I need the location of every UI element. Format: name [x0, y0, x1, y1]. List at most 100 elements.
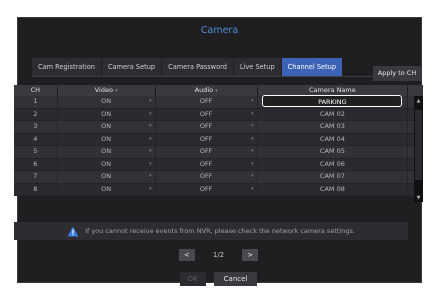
video-select[interactable]: ON ▾ [58, 133, 156, 145]
audio-select[interactable]: OFF ▾ [156, 171, 258, 183]
table-row: 6 ON ▾ OFF ▾ CAM 06 [14, 158, 423, 171]
chevron-down-icon: ▾ [251, 148, 254, 154]
video-value: ON [101, 134, 112, 143]
chevron-down-icon: ▾ [149, 148, 152, 154]
video-select[interactable]: ON ▾ [58, 121, 156, 133]
table-row: 5 ON ▾ OFF ▾ CAM 05 [14, 146, 423, 159]
chevron-down-icon: ▾ [149, 110, 152, 117]
tab-camera-password[interactable]: Camera Password [162, 58, 234, 76]
audio-select[interactable]: OFF ▾ [156, 183, 258, 195]
pagination: < 1/2 > [0, 249, 437, 261]
video-value: ON [101, 109, 112, 118]
table-row: 7 ON ▾ OFF ▾ CAM 07 [14, 171, 423, 184]
audio-value: OFF [199, 97, 213, 105]
audio-value: OFF [199, 109, 213, 118]
camera-name-cell[interactable]: CAM 02 [258, 108, 409, 120]
camera-name-input[interactable]: PARKING [262, 95, 403, 107]
tab-cam-registration[interactable]: Cam Registration [32, 58, 102, 76]
table-row: 1 ON ▾ OFF ▾ PARKING [14, 95, 423, 109]
video-value: ON [101, 122, 112, 130]
camera-name-cell: PARKING [258, 95, 409, 108]
chevron-down-icon: ▾ [114, 88, 118, 94]
tab-channel-setup[interactable]: Channel Setup [281, 58, 344, 76]
chevron-down-icon: ▾ [251, 173, 254, 179]
ch-cell: 6 [14, 158, 58, 170]
tab-live-setup[interactable]: Live Setup [233, 58, 282, 76]
scroll-down-arrow-icon[interactable]: ▼ [414, 193, 423, 203]
chevron-down-icon: ▾ [149, 160, 152, 167]
chevron-down-icon: ▾ [149, 98, 152, 104]
chevron-down-icon: ▾ [251, 135, 254, 142]
page-indicator: 1/2 [212, 251, 225, 259]
column-header-audio[interactable]: Audio ▾ [156, 85, 258, 96]
camera-name-cell[interactable]: CAM 07 [258, 171, 409, 183]
prev-page-button[interactable]: < [178, 249, 195, 261]
video-value: ON [101, 147, 112, 155]
ch-cell: 3 [14, 121, 58, 133]
audio-select[interactable]: OFF ▾ [156, 96, 258, 108]
apply-to-ch-button[interactable]: Apply to CH [373, 66, 421, 81]
camera-name-cell[interactable]: CAM 03 [258, 121, 409, 133]
scroll-up-arrow-icon[interactable]: ▲ [414, 96, 423, 106]
chevron-down-icon: ▾ [251, 123, 254, 129]
camera-name-cell[interactable]: CAM 04 [258, 133, 409, 145]
warning-icon [67, 226, 79, 236]
chevron-down-icon: ▾ [251, 98, 254, 104]
ok-button[interactable]: OK [179, 272, 206, 286]
cancel-button[interactable]: Cancel [213, 272, 258, 286]
table-row: 8 ON ▾ OFF ▾ CAM 08 [14, 183, 423, 196]
table-row: 3 ON ▾ OFF ▾ CAM 03 [14, 121, 423, 134]
chevron-down-icon: ▾ [149, 173, 152, 179]
ch-cell: 7 [14, 171, 58, 183]
tab-camera-setup[interactable]: Camera Setup [101, 58, 163, 76]
video-select[interactable]: ON ▾ [58, 108, 156, 120]
audio-value: OFF [199, 184, 213, 193]
ch-cell: 5 [14, 146, 58, 158]
column-header-video[interactable]: Video ▾ [58, 85, 156, 96]
chevron-down-icon: ▾ [215, 88, 218, 94]
chevron-down-icon: ▾ [149, 135, 152, 142]
table-row: 4 ON ▾ OFF ▾ CAM 04 [14, 133, 423, 146]
scrollbar-thumb[interactable] [415, 110, 422, 180]
video-value: ON [101, 184, 112, 193]
audio-select[interactable]: OFF ▾ [156, 146, 258, 158]
video-select[interactable]: ON ▾ [58, 146, 156, 158]
camera-name-cell[interactable]: CAM 06 [258, 158, 409, 170]
audio-select[interactable]: OFF ▾ [156, 108, 258, 120]
table-scrollbar[interactable] [414, 96, 423, 202]
next-page-button[interactable]: > [242, 249, 259, 261]
video-select[interactable]: ON ▾ [58, 171, 156, 183]
ch-cell: 2 [14, 108, 58, 120]
column-header-video-label: Video [94, 86, 113, 94]
chevron-down-icon: ▾ [251, 110, 254, 117]
ch-cell: 8 [14, 183, 58, 195]
video-select[interactable]: ON ▾ [58, 158, 156, 170]
ch-cell: 1 [14, 96, 58, 108]
chevron-down-icon: ▾ [251, 185, 254, 192]
audio-value: OFF [199, 122, 213, 130]
audio-select[interactable]: OFF ▾ [156, 133, 258, 145]
dialog-title: Camera [200, 25, 239, 36]
audio-select[interactable]: OFF ▾ [156, 121, 258, 133]
audio-value: OFF [199, 134, 213, 143]
video-value: ON [101, 159, 112, 168]
audio-value: OFF [199, 147, 213, 155]
notice-text: If you cannot receive events from NVR, p… [85, 227, 355, 235]
video-value: ON [101, 97, 112, 105]
ch-cell: 4 [14, 133, 58, 145]
channel-table: CH Video ▾ Audio ▾ Camera Name 1 ON ▾ OFF ▾ … [14, 85, 423, 202]
table-row: 2 ON ▾ OFF ▾ CAM 02 [14, 108, 423, 121]
audio-value: OFF [199, 172, 213, 180]
camera-name-cell[interactable]: CAM 08 [258, 183, 409, 195]
chevron-down-icon: ▾ [149, 185, 152, 192]
camera-name-cell[interactable]: CAM 05 [258, 146, 409, 158]
video-select[interactable]: ON ▾ [58, 183, 156, 195]
column-header-audio-label: Audio [194, 86, 214, 94]
chevron-down-icon: ▾ [149, 123, 152, 129]
video-select[interactable]: ON ▾ [58, 96, 156, 108]
audio-value: OFF [199, 159, 213, 168]
audio-select[interactable]: OFF ▾ [156, 158, 258, 170]
column-header-ch: CH [14, 85, 58, 96]
tab-divider [32, 76, 409, 77]
dialog-footer: OK Cancel [0, 272, 437, 286]
